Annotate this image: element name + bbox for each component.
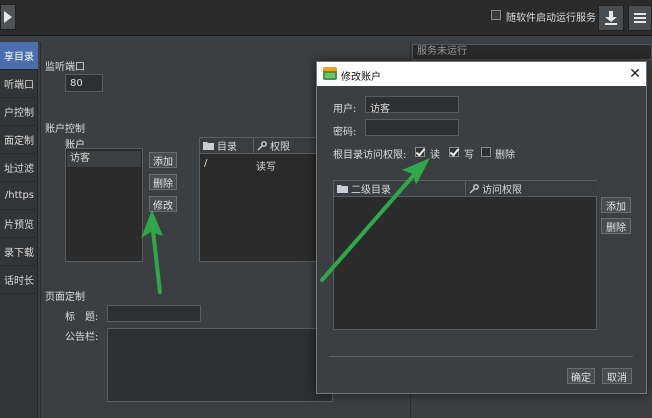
cancel-button[interactable]: 取消 [602, 368, 632, 384]
account-control-label: 账户控制 [45, 124, 85, 135]
download-icon [605, 11, 617, 25]
modify-account-button[interactable]: 修改 [149, 196, 177, 212]
password-label: 密码: [333, 127, 357, 138]
play-icon [4, 11, 12, 23]
hamburger-menu-icon [634, 13, 646, 23]
sidebar-item-address-filter[interactable]: 址过滤 [0, 154, 38, 182]
key-icon [469, 183, 479, 193]
autostart-label: 随软件启动运行服务 [506, 13, 596, 24]
menu-button[interactable] [628, 5, 652, 31]
title-label: 标 题: [65, 312, 99, 323]
delete-checkbox[interactable] [481, 147, 491, 157]
user-label: 用户: [333, 104, 357, 115]
column-header-access[interactable]: 访问权限 [466, 181, 597, 197]
sidebar-item-listen-port[interactable]: 听端口 [0, 70, 38, 98]
delete-account-button[interactable]: 删除 [149, 174, 177, 190]
service-status: 服务未运行 [412, 44, 652, 60]
sidebar-item-dir-download[interactable]: 录下载 [0, 238, 38, 266]
delete-label: 删除 [495, 150, 515, 161]
modify-account-dialog: 修改账户 ✕ 用户: 访客 密码: 根目录访问权限: 读 写 删除 二级目录 访… [316, 61, 647, 394]
notice-textarea[interactable] [107, 328, 333, 402]
sidebar-item-https[interactable]: /https [0, 182, 38, 210]
read-checkbox[interactable] [415, 147, 425, 157]
listen-port-label: 监听端口 [45, 62, 85, 73]
password-input[interactable] [365, 119, 459, 136]
column-header-dir[interactable]: 目录 [200, 138, 254, 154]
add-subdir-button[interactable]: 添加 [601, 197, 631, 213]
add-account-button[interactable]: 添加 [149, 152, 177, 168]
read-label: 读 [430, 150, 440, 161]
autostart-checkbox[interactable] [491, 10, 501, 20]
table-cell-perm[interactable]: 读写 [256, 158, 276, 173]
sidebar-item-image-preview[interactable]: 片预览 [0, 210, 38, 238]
folder-icon [337, 185, 348, 193]
close-icon[interactable]: ✕ [627, 66, 643, 82]
sidebar-item-page-custom[interactable]: 面定制 [0, 126, 38, 154]
account-list[interactable]: 访客 [65, 148, 143, 262]
notice-label: 公告栏: [65, 332, 99, 343]
user-input[interactable]: 访客 [365, 96, 459, 115]
page-custom-label: 页面定制 [45, 292, 85, 303]
delete-subdir-button[interactable]: 删除 [601, 218, 631, 234]
start-service-button[interactable] [0, 4, 16, 30]
dialog-title: 修改账户 [341, 72, 381, 83]
app-icon [323, 67, 337, 80]
key-icon [257, 140, 267, 150]
page-title-input[interactable] [107, 305, 201, 322]
subdir-table[interactable]: 二级目录 访问权限 [333, 180, 597, 330]
write-label: 写 [464, 150, 474, 161]
port-input[interactable]: 80 [65, 74, 103, 92]
divider [329, 356, 633, 357]
sidebar-item-shared-dirs[interactable]: 享目录 [0, 42, 38, 70]
sidebar-item-account-control[interactable]: 户控制 [0, 98, 38, 126]
table-cell-dir[interactable]: / [204, 158, 207, 169]
write-checkbox[interactable] [449, 147, 459, 157]
ok-button[interactable]: 确定 [567, 368, 595, 384]
column-header-subdir[interactable]: 二级目录 [334, 181, 466, 197]
root-access-label: 根目录访问权限: [333, 150, 407, 161]
download-button[interactable] [598, 5, 624, 31]
list-item[interactable]: 访客 [67, 151, 141, 167]
sidebar: 享目录 听端口 户控制 面定制 址过滤 /https 片预览 录下载 话时长 [0, 42, 38, 418]
sidebar-item-session-duration[interactable]: 话时长 [0, 266, 38, 294]
folder-icon [203, 142, 214, 150]
dialog-titlebar[interactable]: 修改账户 ✕ [317, 62, 646, 86]
